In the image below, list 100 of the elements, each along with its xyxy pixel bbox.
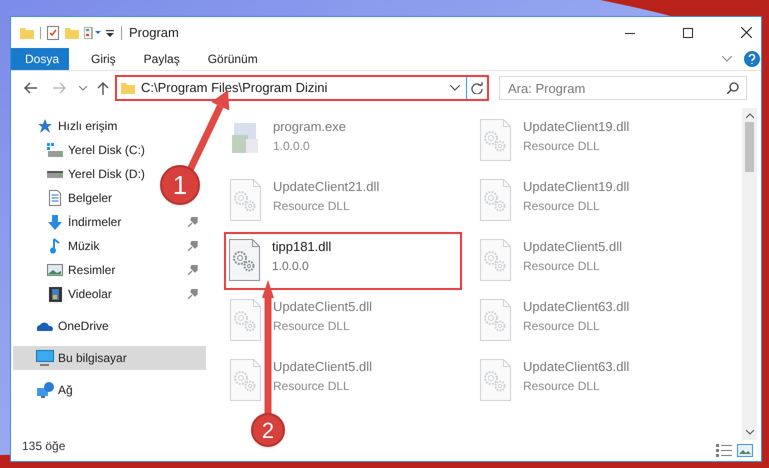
nav-item[interactable]: Müzik bbox=[13, 234, 206, 258]
close-icon[interactable] bbox=[741, 27, 752, 38]
checklist-icon[interactable] bbox=[47, 26, 59, 40]
file-name: UpdateClient63.dll bbox=[523, 359, 630, 375]
recent-locations-icon[interactable] bbox=[79, 86, 87, 90]
dropdown-icon[interactable] bbox=[106, 28, 114, 36]
scrollbar[interactable] bbox=[742, 108, 757, 440]
properties-icon[interactable] bbox=[84, 26, 104, 38]
settings-file-icon bbox=[480, 359, 511, 401]
ribbon-tab[interactable]: Giriş bbox=[79, 48, 128, 70]
nav-label: Videolar bbox=[68, 286, 113, 303]
nav-item[interactable]: İndirmeler bbox=[13, 210, 206, 234]
file-detail: 1.0.0.0 bbox=[272, 258, 310, 274]
nav-item[interactable]: Bu bilgisayar bbox=[13, 346, 206, 370]
file-detail: 1.0.0.0 bbox=[273, 138, 311, 154]
file-tile[interactable]: UpdateClient63.dll Resource DLL bbox=[475, 352, 713, 410]
nav-item[interactable]: Ağ bbox=[13, 378, 81, 402]
cloud-icon bbox=[37, 322, 53, 330]
file-tile[interactable]: UpdateClient63.dll Resource DLL bbox=[475, 292, 713, 350]
file-name: UpdateClient63.dll bbox=[523, 299, 630, 315]
tiles-view-icon[interactable] bbox=[737, 444, 753, 457]
file-name: UpdateClient19.dll bbox=[523, 119, 630, 135]
file-tile[interactable]: tipp181.dll 1.0.0.0 bbox=[224, 232, 462, 290]
scroll-down-icon[interactable] bbox=[746, 430, 754, 435]
nav-label: OneDrive bbox=[58, 318, 109, 335]
ribbon-tab[interactable]: Paylaş bbox=[132, 48, 192, 70]
settings-file-icon bbox=[229, 239, 260, 281]
nav-label: Belgeler bbox=[68, 190, 112, 207]
file-name: program.exe bbox=[273, 119, 346, 135]
address-bar[interactable]: C:\Program Files\Program Dizini bbox=[115, 75, 489, 101]
search-field[interactable]: Ara: Program bbox=[499, 76, 747, 100]
nav-item[interactable]: Videolar bbox=[13, 282, 206, 306]
nav-label: Yerel Disk (D:) bbox=[68, 166, 145, 183]
drive-icon bbox=[47, 143, 63, 157]
nav-label: Hızlı erişim bbox=[58, 118, 118, 135]
nav-label: Yerel Disk (C:) bbox=[68, 142, 145, 159]
down-arrow-icon bbox=[47, 214, 63, 230]
file-tile[interactable]: UpdateClient5.dll Resource DLL bbox=[475, 232, 713, 290]
file-detail: Resource DLL bbox=[273, 378, 351, 394]
window-title: Program bbox=[129, 24, 179, 42]
computer-icon bbox=[36, 350, 54, 366]
file-detail: Resource DLL bbox=[523, 258, 601, 274]
scroll-up-icon[interactable] bbox=[746, 113, 754, 118]
file-tile[interactable]: UpdateClient5.dll Resource DLL bbox=[225, 352, 463, 410]
nav-item[interactable]: Belgeler bbox=[13, 186, 120, 210]
file-detail: Resource DLL bbox=[523, 378, 601, 394]
settings-file-icon bbox=[230, 299, 261, 341]
file-detail: Resource DLL bbox=[523, 138, 601, 154]
settings-file-icon bbox=[230, 179, 261, 221]
star-icon bbox=[37, 118, 53, 134]
ribbon-tab[interactable]: Dosya bbox=[11, 48, 69, 70]
help-icon[interactable] bbox=[744, 51, 760, 67]
file-tile[interactable]: UpdateClient5.dll Resource DLL bbox=[225, 292, 463, 350]
file-name: UpdateClient19.dll bbox=[523, 179, 630, 195]
nav-label: Bu bilgisayar bbox=[58, 350, 128, 367]
nav-label: İndirmeler bbox=[68, 214, 122, 231]
file-name: UpdateClient5.dll bbox=[273, 359, 372, 375]
file-name: UpdateClient5.dll bbox=[523, 239, 622, 255]
file-name: tipp181.dll bbox=[272, 239, 332, 255]
file-tile[interactable]: UpdateClient19.dll Resource DLL bbox=[475, 172, 713, 230]
drive-icon bbox=[47, 170, 63, 178]
network-icon bbox=[36, 382, 54, 398]
nav-label: Ağ bbox=[58, 382, 73, 399]
nav-item[interactable]: Resimler bbox=[13, 258, 206, 282]
music-note-icon bbox=[50, 238, 60, 254]
refresh-icon[interactable] bbox=[471, 82, 483, 94]
nav-item[interactable]: Hızlı erişim bbox=[13, 114, 126, 138]
nav-label: Resimler bbox=[68, 262, 116, 279]
file-tile[interactable]: program.exe 1.0.0.0 bbox=[225, 112, 463, 170]
file-detail: Resource DLL bbox=[273, 198, 351, 214]
search-icon bbox=[727, 82, 739, 94]
scrollbar-thumb[interactable] bbox=[745, 122, 754, 172]
address-path: C:\Program Files\Program Dizini bbox=[141, 79, 328, 98]
maximize-icon[interactable] bbox=[683, 28, 693, 38]
film-icon bbox=[48, 286, 62, 302]
file-tile[interactable]: UpdateClient19.dll Resource DLL bbox=[475, 112, 713, 170]
file-name: UpdateClient21.dll bbox=[273, 179, 380, 195]
back-icon[interactable] bbox=[23, 82, 37, 94]
settings-file-icon bbox=[230, 359, 261, 401]
document-icon bbox=[49, 190, 61, 206]
nav-label: Müzik bbox=[68, 238, 100, 255]
nav-item[interactable]: Yerel Disk (C:) bbox=[13, 138, 153, 162]
file-name: UpdateClient5.dll bbox=[273, 299, 372, 315]
picture-icon bbox=[47, 264, 63, 276]
settings-file-icon bbox=[480, 179, 511, 221]
up-icon[interactable] bbox=[97, 81, 109, 95]
dropdown-icon[interactable] bbox=[450, 85, 460, 91]
file-detail: Resource DLL bbox=[523, 318, 601, 334]
file-detail: Resource DLL bbox=[523, 198, 601, 214]
settings-file-icon bbox=[480, 119, 511, 161]
nav-item[interactable]: OneDrive bbox=[13, 314, 117, 338]
file-tile[interactable]: UpdateClient21.dll Resource DLL bbox=[225, 172, 463, 230]
nav-item[interactable]: Yerel Disk (D:) bbox=[13, 162, 153, 186]
chevron-down-icon[interactable] bbox=[722, 56, 732, 62]
item-count: 135 öğe bbox=[21, 438, 66, 455]
details-view-icon[interactable] bbox=[716, 444, 732, 457]
file-detail: Resource DLL bbox=[273, 318, 351, 334]
folder-icon bbox=[121, 82, 135, 94]
settings-file-icon bbox=[480, 239, 511, 281]
ribbon-tab[interactable]: Görünüm bbox=[196, 48, 270, 70]
